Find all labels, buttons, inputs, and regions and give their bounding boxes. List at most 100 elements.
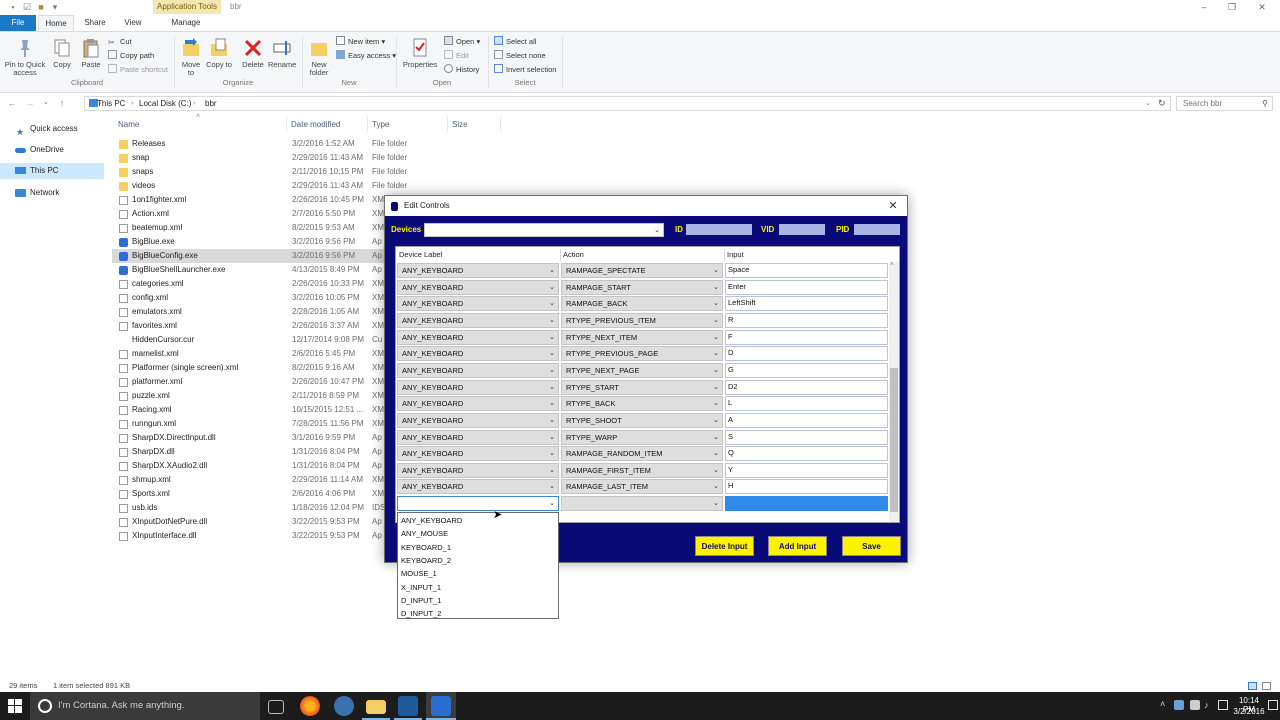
nav-network[interactable]: Network xyxy=(0,185,104,201)
action-select[interactable]: RTYPE_PREVIOUS_PAGE ⌄ xyxy=(561,346,723,362)
delete-button[interactable]: Delete xyxy=(240,38,266,69)
file-row[interactable]: Releases 3/2/2016 1:52 AM File folder xyxy=(112,137,502,151)
task-view-icon[interactable] xyxy=(268,700,284,714)
keyboard-icon[interactable] xyxy=(1218,700,1228,710)
dialog-close-icon[interactable]: ✕ xyxy=(885,196,901,216)
copy-path-button[interactable]: Copy path xyxy=(108,49,154,62)
device-label-select[interactable]: ANY_KEYBOARD ⌄ xyxy=(397,362,559,378)
dropdown-option[interactable]: KEYBOARD_2 xyxy=(401,554,451,567)
new-folder-button[interactable]: New folder xyxy=(304,38,334,77)
column-type[interactable]: Type xyxy=(372,119,389,131)
new-item-button[interactable]: New item ▾ xyxy=(336,35,385,48)
breadcrumb-local-disk[interactable]: Local Disk (C:) xyxy=(139,97,191,110)
input-field[interactable]: F xyxy=(725,329,888,345)
qat-properties-icon[interactable]: ▪ xyxy=(8,2,18,12)
windows-start-icon[interactable] xyxy=(8,699,22,713)
file-row[interactable]: videos 2/29/2016 11:43 AM File folder xyxy=(112,179,502,193)
recent-chevron-icon[interactable]: ⌄ xyxy=(40,96,52,110)
dropdown-option[interactable]: ANY_MOUSE xyxy=(401,527,448,540)
dropdown-option[interactable]: D_INPUT_1 xyxy=(401,594,441,607)
forward-arrow-icon[interactable]: → xyxy=(24,96,36,110)
file-row[interactable]: snaps 2/11/2016 10:15 PM File folder xyxy=(112,165,502,179)
select-all-button[interactable]: Select all xyxy=(494,35,536,48)
copy-button[interactable]: Copy xyxy=(50,38,74,69)
pin-quick-access-button[interactable]: Pin to Quick access xyxy=(2,38,48,77)
copy-to-button[interactable]: Copy to xyxy=(206,38,232,69)
nav-onedrive[interactable]: OneDrive xyxy=(0,142,104,158)
dropdown-option[interactable]: MOUSE_1 xyxy=(401,567,437,580)
new-row-input-cell[interactable] xyxy=(725,496,888,511)
tray-chevron-icon[interactable]: ˄ xyxy=(1160,699,1165,709)
device-label-select[interactable]: ANY_KEYBOARD ⌄ xyxy=(397,446,559,462)
rename-button[interactable]: Rename xyxy=(268,38,296,69)
open-button[interactable]: Open ▾ xyxy=(444,35,480,48)
input-field[interactable]: S xyxy=(725,429,888,445)
dropdown-option[interactable]: ANY_KEYBOARD xyxy=(401,514,462,527)
new-row-device-select[interactable]: ⌄ xyxy=(397,496,559,511)
delete-input-button[interactable]: Delete Input xyxy=(695,536,754,556)
dropdown-option[interactable]: D_INPUT_2 xyxy=(401,607,441,620)
column-size[interactable]: Size xyxy=(452,119,468,131)
notifications-icon[interactable] xyxy=(1268,700,1278,710)
tab-manage[interactable]: Manage xyxy=(160,15,212,31)
nav-quick-access[interactable]: ★ Quick access xyxy=(0,121,104,137)
action-select[interactable]: RTYPE_NEXT_PAGE ⌄ xyxy=(561,362,723,378)
grid-scrollbar-thumb[interactable] xyxy=(890,368,898,512)
volume-icon[interactable]: ♪ xyxy=(1204,700,1209,710)
scroll-up-icon[interactable]: ˄ xyxy=(890,262,894,268)
device-label-select[interactable]: ANY_KEYBOARD ⌄ xyxy=(397,429,559,445)
column-name[interactable]: Name xyxy=(118,119,139,131)
device-label-select[interactable]: ANY_KEYBOARD ⌄ xyxy=(397,279,559,295)
address-dropdown-icon[interactable]: ⌄ xyxy=(1145,97,1151,110)
history-button[interactable]: History xyxy=(444,63,479,76)
tab-home[interactable]: Home xyxy=(38,15,74,31)
device-label-select[interactable]: ANY_KEYBOARD ⌄ xyxy=(397,412,559,428)
action-select[interactable]: RAMPAGE_RANDOM_ITEM ⌄ xyxy=(561,446,723,462)
action-select[interactable]: RAMPAGE_LAST_ITEM ⌄ xyxy=(561,479,723,495)
qat-dropdown-icon[interactable]: ▾ xyxy=(50,2,60,12)
device-label-select[interactable]: ANY_KEYBOARD ⌄ xyxy=(397,479,559,495)
visual-studio-icon[interactable] xyxy=(398,696,418,716)
action-select[interactable]: RAMPAGE_BACK ⌄ xyxy=(561,296,723,312)
device-label-select[interactable]: ANY_KEYBOARD ⌄ xyxy=(397,329,559,345)
breadcrumb-bbr[interactable]: bbr xyxy=(205,97,217,110)
qat-check-icon[interactable]: ☑ xyxy=(22,2,32,12)
action-select[interactable]: RAMPAGE_FIRST_ITEM ⌄ xyxy=(561,462,723,478)
firefox-icon[interactable] xyxy=(300,696,320,716)
dropdown-option[interactable]: KEYBOARD_1 xyxy=(401,541,451,554)
properties-button[interactable]: Properties xyxy=(400,38,440,69)
devices-select[interactable]: ⌄ xyxy=(424,223,664,237)
device-label-select[interactable]: ANY_KEYBOARD ⌄ xyxy=(397,462,559,478)
paste-shortcut-button[interactable]: Paste shortcut xyxy=(108,63,168,76)
details-view-icon[interactable] xyxy=(1248,682,1257,690)
file-row[interactable]: snap 2/29/2016 11:43 AM File folder xyxy=(112,151,502,165)
app-icon[interactable] xyxy=(334,696,354,716)
address-bar[interactable]: › This PC › Local Disk (C:) › bbr ⌄ ↻ xyxy=(84,96,1171,111)
input-field[interactable]: Y xyxy=(725,462,888,478)
input-field[interactable]: D2 xyxy=(725,379,888,395)
device-label-select[interactable]: ANY_KEYBOARD ⌄ xyxy=(397,396,559,412)
input-field[interactable]: LeftShift xyxy=(725,296,888,312)
add-input-button[interactable]: Add Input xyxy=(768,536,827,556)
refresh-icon[interactable]: ↻ xyxy=(1158,97,1166,110)
action-select[interactable]: RTYPE_START ⌄ xyxy=(561,379,723,395)
device-label-select[interactable]: ANY_KEYBOARD ⌄ xyxy=(397,379,559,395)
tab-share[interactable]: Share xyxy=(80,15,110,31)
up-arrow-icon[interactable]: ↑ xyxy=(56,96,68,110)
save-button[interactable]: Save xyxy=(842,536,901,556)
cortana-search[interactable]: I'm Cortana. Ask me anything. xyxy=(30,692,260,720)
back-arrow-icon[interactable]: ← xyxy=(6,96,18,110)
new-row-action-select[interactable]: ⌄ xyxy=(561,496,723,511)
action-select[interactable]: RTYPE_PREVIOUS_ITEM ⌄ xyxy=(561,312,723,328)
close-icon[interactable]: ✕ xyxy=(1248,0,1276,14)
nav-this-pc[interactable]: This PC xyxy=(0,163,104,179)
tab-file[interactable]: File xyxy=(0,15,36,31)
select-none-button[interactable]: Select none xyxy=(494,49,546,62)
tray-network-icon[interactable] xyxy=(1174,700,1184,710)
qat-folder-icon[interactable]: ■ xyxy=(36,2,46,12)
paste-button[interactable]: Paste xyxy=(78,38,104,69)
tab-view[interactable]: View xyxy=(118,15,148,31)
move-to-button[interactable]: Move to xyxy=(178,38,204,77)
action-select[interactable]: RTYPE_BACK ⌄ xyxy=(561,396,723,412)
input-field[interactable]: D xyxy=(725,346,888,362)
